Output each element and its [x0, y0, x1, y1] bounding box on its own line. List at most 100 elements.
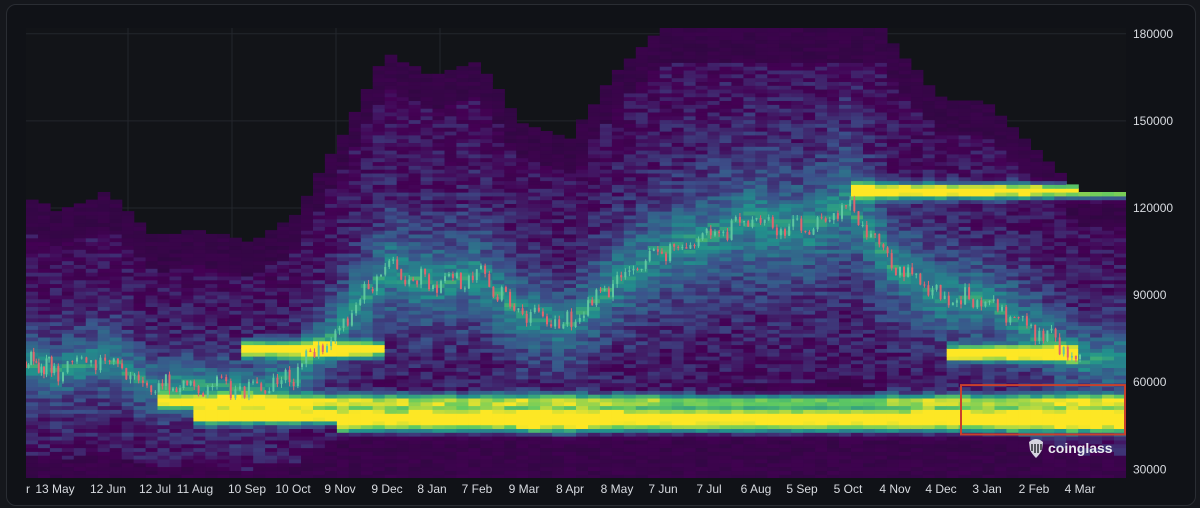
heat-cell: [277, 352, 290, 357]
heat-cell: [384, 218, 398, 224]
heat-cell: [265, 428, 278, 433]
heat-cell: [468, 458, 481, 464]
heat-cell: [599, 245, 613, 250]
heat-cell: [372, 451, 386, 456]
heat-cell: [480, 260, 493, 266]
heat-cell: [372, 268, 386, 273]
heat-cell: [133, 447, 147, 452]
heat-cell: [193, 405, 206, 410]
heat-cell: [564, 470, 577, 475]
heat-cell: [313, 455, 326, 460]
heat-cell: [265, 378, 278, 384]
heat-cell: [360, 294, 374, 300]
heat-cell: [289, 348, 302, 353]
heat-cell: [420, 291, 434, 296]
heat-cell: [241, 436, 254, 441]
heat-cell: [480, 279, 493, 285]
heat-cell: [157, 275, 171, 281]
heat-cell: [635, 451, 649, 456]
heat-cell: [97, 264, 111, 269]
heat-cell: [492, 214, 505, 220]
heat-cell: [671, 359, 685, 365]
heat-cell: [671, 314, 685, 319]
heat-cell: [133, 352, 147, 357]
heat-cell: [265, 241, 278, 247]
heat-cell: [372, 302, 386, 308]
heat-cell: [683, 89, 697, 94]
heat-cell: [504, 348, 517, 353]
heat-cell: [205, 356, 218, 361]
heat-cell: [492, 310, 505, 315]
heat-cell: [468, 409, 481, 414]
heat-cell: [420, 451, 434, 456]
heat-cell: [564, 436, 577, 441]
heat-cell: [313, 340, 326, 346]
heat-cell: [623, 58, 637, 63]
heat-cell: [301, 439, 314, 445]
heat-cell: [564, 249, 577, 254]
heat-cell: [313, 417, 326, 422]
heat-cell: [671, 291, 685, 296]
heat-cell: [576, 417, 589, 422]
heat-cell: [408, 203, 422, 208]
heat-cell: [504, 378, 517, 384]
heat-cell: [408, 405, 422, 410]
heat-cell: [121, 317, 135, 323]
heat-cell: [277, 306, 290, 311]
heat-cell: [588, 123, 601, 128]
heat-cell: [671, 336, 685, 342]
heat-cell: [145, 439, 159, 445]
heat-cell: [635, 298, 649, 304]
heat-cell: [145, 436, 159, 441]
heat-cell: [265, 401, 278, 407]
heat-cell: [456, 356, 469, 361]
heat-cell: [313, 253, 326, 258]
heat-cell: [396, 336, 410, 342]
heat-cell: [480, 310, 493, 315]
heat-cell: [336, 150, 350, 155]
heat-cell: [121, 249, 135, 254]
heat-cell: [659, 134, 673, 140]
heat-cell: [408, 291, 422, 296]
heat-cell: [588, 298, 601, 304]
heat-cell: [49, 451, 63, 456]
heat-cell: [516, 184, 529, 189]
heat-cell: [253, 466, 266, 472]
heat-cell: [384, 146, 398, 151]
heat-cell: [611, 474, 625, 478]
heat-cell: [157, 340, 171, 346]
heat-cell: [647, 314, 661, 319]
heat-cell: [26, 378, 39, 384]
heat-cell: [169, 272, 183, 277]
heat-cell: [336, 397, 350, 403]
heat-cell: [253, 306, 266, 311]
heat-cell: [611, 153, 625, 159]
heat-cell: [97, 294, 111, 300]
heat-cell: [671, 375, 685, 380]
heat-cell: [695, 458, 709, 464]
heat-cell: [157, 314, 171, 319]
heat-cell: [432, 333, 446, 338]
heat-cell: [301, 348, 314, 353]
heat-cell: [336, 344, 350, 349]
heat-cell: [444, 211, 458, 216]
heat-cell: [313, 272, 326, 277]
heat-cell: [480, 226, 493, 231]
heat-cell: [456, 428, 469, 433]
heat-cell: [26, 344, 39, 349]
heat-cell: [480, 298, 493, 304]
heat-cell: [552, 142, 565, 147]
heat-cell: [277, 226, 290, 231]
heat-cell: [683, 176, 697, 182]
heat-cell: [599, 371, 613, 376]
heat-cell: [277, 359, 290, 365]
heat-cell: [480, 127, 493, 132]
heat-cell: [97, 291, 111, 296]
heat-cell: [588, 161, 601, 166]
heat-cell: [348, 161, 362, 166]
heat-cell: [623, 153, 637, 159]
heat-cell: [576, 474, 589, 478]
heat-cell: [611, 458, 625, 464]
heat-cell: [157, 436, 171, 441]
heat-cell: [348, 401, 362, 407]
